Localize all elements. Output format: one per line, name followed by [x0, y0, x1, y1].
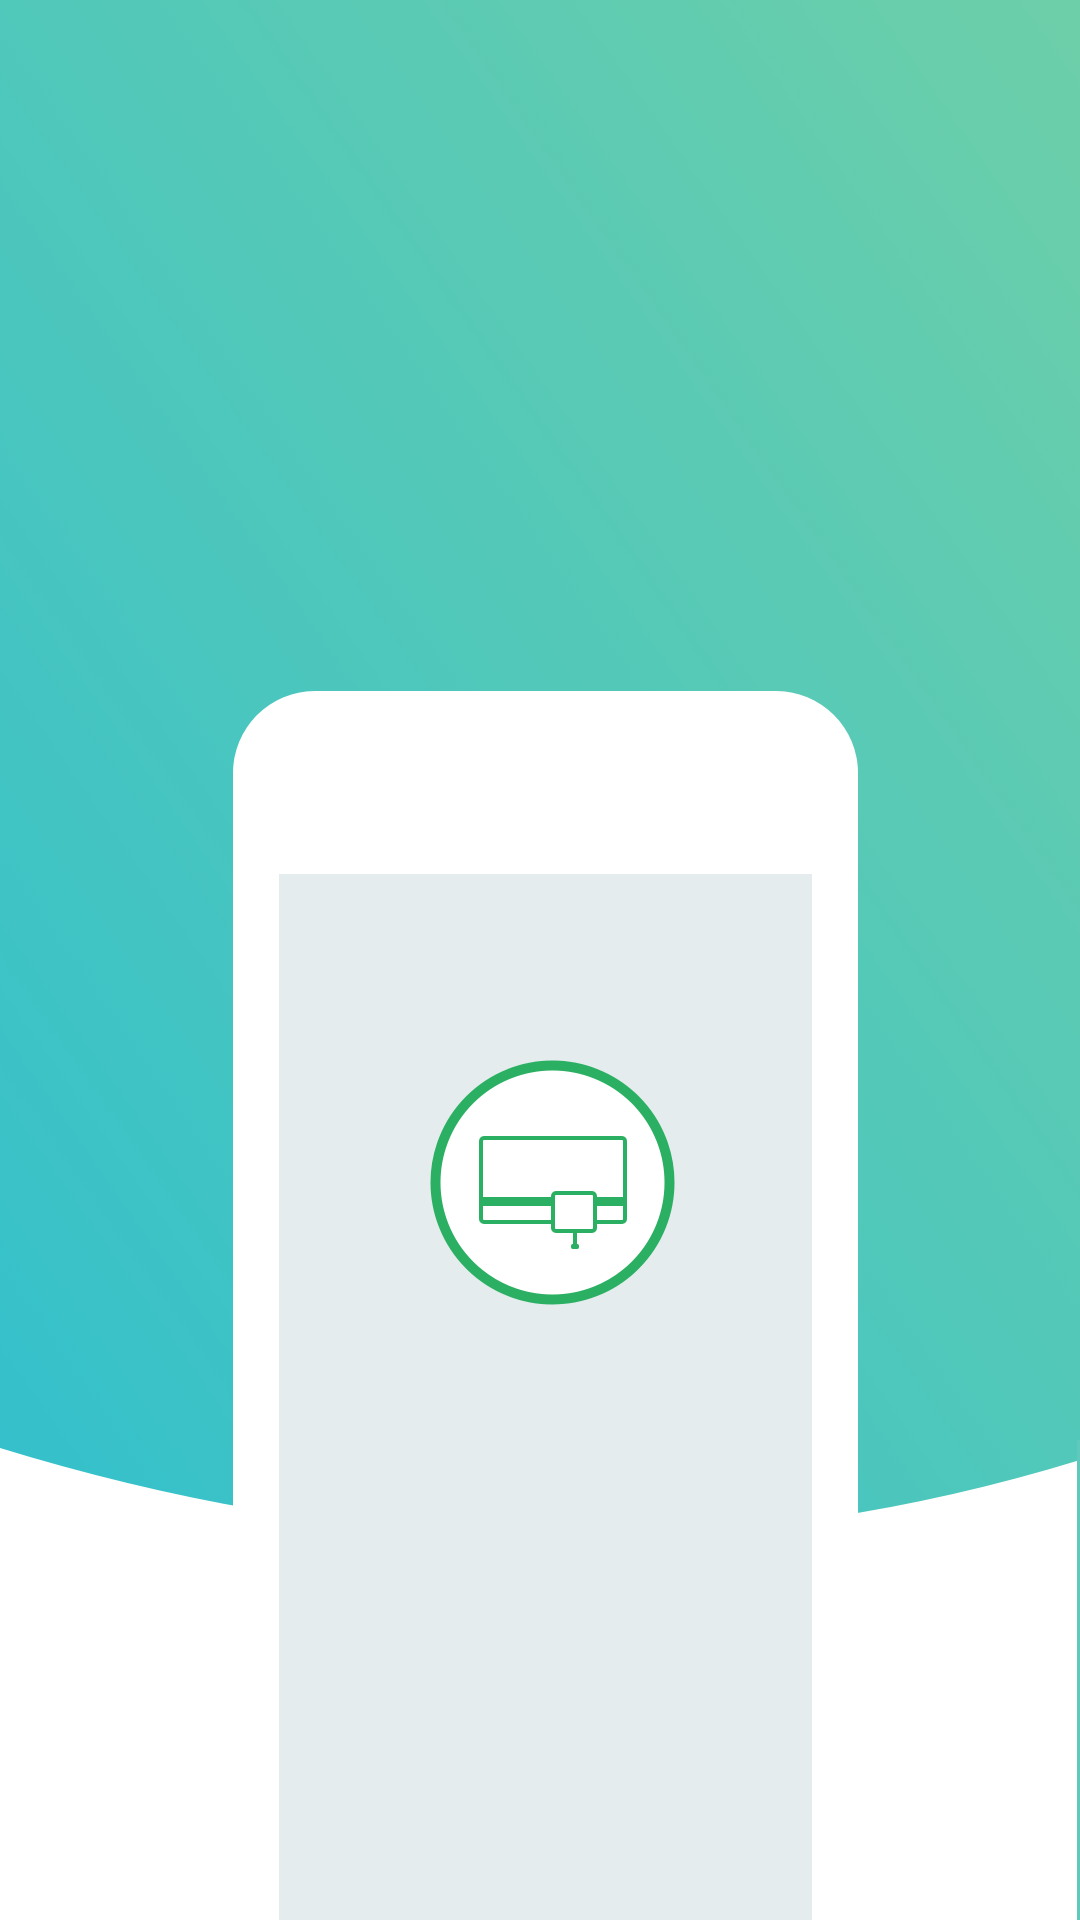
tv-set-top-box-icon — [430, 1060, 675, 1305]
splash-screen — [0, 0, 1080, 1920]
phone-screen — [279, 874, 812, 1920]
phone-illustration — [233, 691, 858, 1920]
